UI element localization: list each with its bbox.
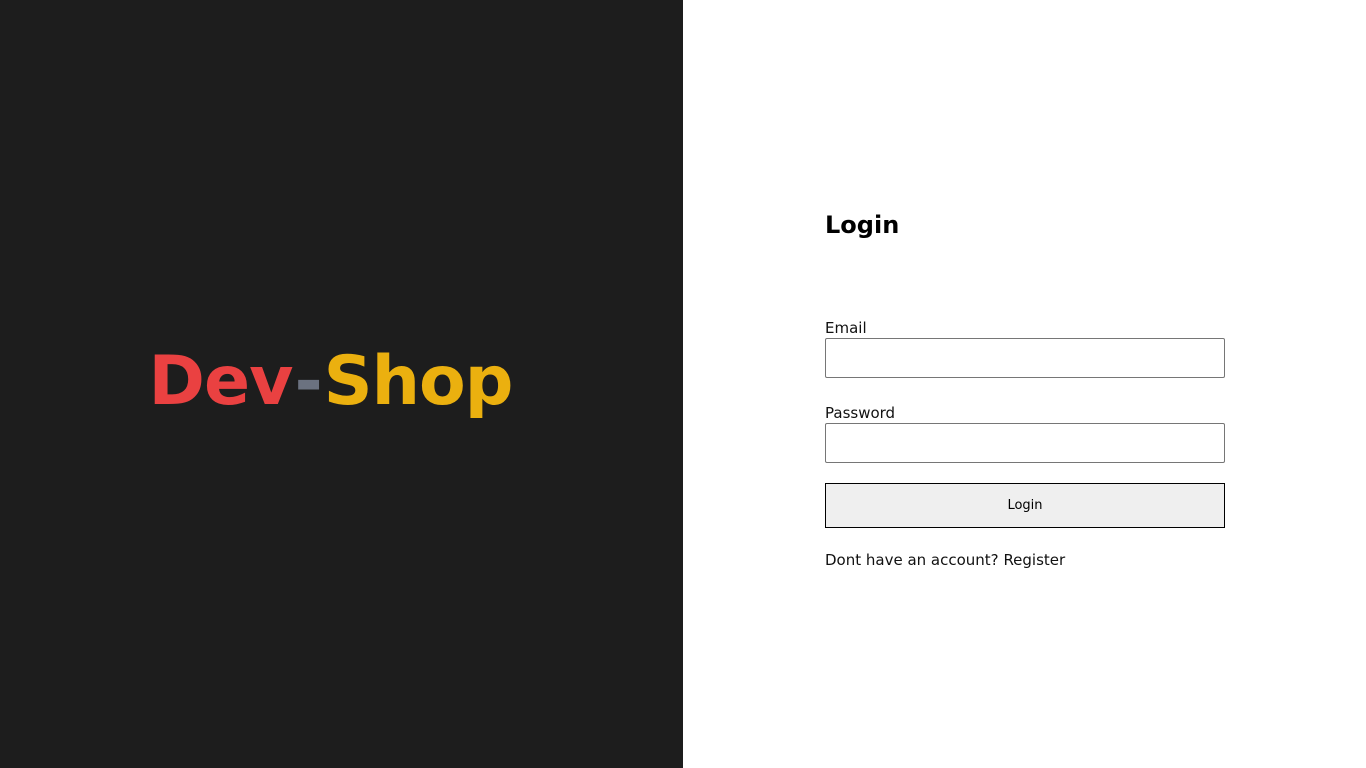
logo-shop-text: Shop [323, 341, 514, 421]
logo-dev-text: Dev [148, 341, 294, 421]
register-link[interactable]: Register [1003, 551, 1065, 569]
register-row: Dont have an account? Register [825, 550, 1225, 570]
login-page: Dev - Shop Login Email Password Login Do… [0, 0, 1366, 768]
login-form: Login Email Password Login Dont have an … [825, 208, 1225, 570]
brand-panel: Dev - Shop [0, 0, 683, 768]
form-panel: Login Email Password Login Dont have an … [683, 0, 1366, 768]
login-button[interactable]: Login [825, 483, 1225, 528]
dev-shop-logo: Dev - Shop [148, 341, 514, 421]
form-title: Login [825, 211, 900, 239]
register-prompt: Dont have an account? [825, 551, 999, 569]
password-field[interactable] [825, 423, 1225, 463]
password-label: Password [825, 404, 896, 422]
email-label: Email [825, 319, 867, 337]
logo-separator: - [294, 341, 322, 421]
email-field[interactable] [825, 338, 1225, 378]
